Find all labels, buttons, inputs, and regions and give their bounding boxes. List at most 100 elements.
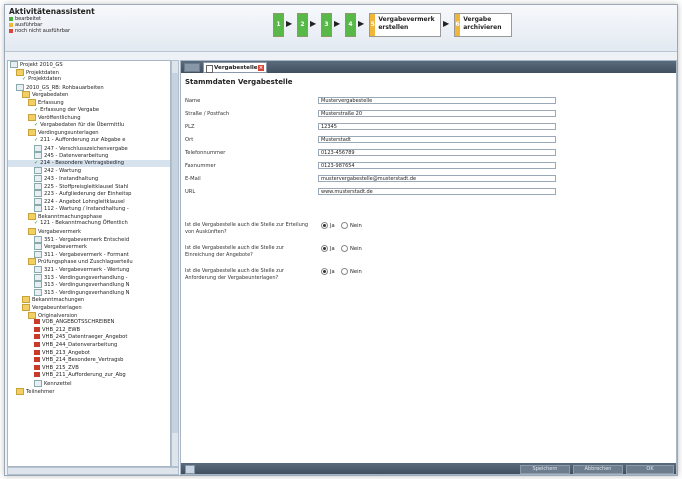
close-icon[interactable]: × bbox=[258, 65, 264, 71]
tree-item[interactable]: VHB_213_Angebot bbox=[8, 349, 170, 358]
tree-item[interactable]: 242 - Wartung bbox=[8, 167, 170, 175]
tree-item[interactable]: 112 - Wartung / Instandhaltung - bbox=[8, 205, 170, 213]
tree-item-label: Projektdaten bbox=[26, 69, 59, 76]
tree-item-label: 313 - Verdingungsverhandlung - bbox=[44, 274, 128, 281]
field-input[interactable]: 12345 bbox=[318, 123, 556, 130]
tree-item[interactable]: 313 - Verdingungsverhandlung N bbox=[8, 288, 170, 297]
scroll-thumb[interactable] bbox=[172, 73, 178, 433]
tab-nav-button[interactable] bbox=[184, 63, 200, 72]
tree-item[interactable]: Kennzettel bbox=[8, 379, 170, 388]
tab-vergabestelle[interactable]: Vergabestelle × bbox=[203, 62, 267, 73]
field-label: Faxnummer bbox=[185, 163, 216, 169]
pdf-icon bbox=[34, 319, 40, 325]
tree-item[interactable]: ✓ Projektdaten bbox=[8, 76, 170, 84]
tree-item[interactable]: 243 - Instandhaltung bbox=[8, 174, 170, 183]
doc-icon bbox=[34, 281, 42, 289]
folder-icon bbox=[22, 304, 30, 311]
tree-item[interactable]: Originalversion bbox=[8, 311, 170, 320]
pdf-icon bbox=[34, 334, 40, 340]
radio-no[interactable]: Nein bbox=[341, 245, 362, 252]
arrow-icon: ▶ bbox=[334, 19, 341, 28]
tree-item[interactable]: 311 - Vergabevermerk - Formant bbox=[8, 250, 170, 259]
radio-yes[interactable]: Ja bbox=[321, 245, 335, 252]
folder-icon bbox=[28, 129, 36, 137]
field-label: E-Mail bbox=[185, 176, 201, 182]
field-label: Telefonnummer bbox=[185, 150, 226, 156]
project-tree[interactable]: Projekt 2010_GS Projektdaten ✓ Projektdate… bbox=[7, 60, 171, 467]
field-input[interactable]: 0123-987654 bbox=[318, 162, 556, 169]
tree-item[interactable]: VHB_245_Datentraeger_Angebot bbox=[8, 334, 170, 342]
tree-item[interactable]: 223 - Aufgliederung der Einheitsp bbox=[8, 190, 170, 198]
tree-item[interactable]: Bekanntmachungen bbox=[8, 296, 170, 304]
tree-item[interactable]: Teilnehmer bbox=[8, 387, 170, 396]
doc-icon bbox=[34, 266, 42, 274]
tree-item[interactable]: Veröffentlichung bbox=[8, 114, 170, 122]
tree-item[interactable]: VHB_244_Datenverarbeitung bbox=[8, 341, 170, 350]
tree-item[interactable]: Projektdaten bbox=[8, 68, 170, 77]
step-5-vergabevermerk[interactable]: 5 Vergabevermerk erstellen bbox=[369, 13, 441, 37]
tree-item-label: 2010_GS_RB: Rohbauarbeiten bbox=[26, 84, 104, 91]
tree-item[interactable]: VHB_211_Aufforderung_zur_Abg bbox=[8, 372, 170, 380]
tree-horizontal-scrollbar[interactable] bbox=[7, 467, 179, 475]
tree-item[interactable]: 225 - Stoffpreisgleitklausel Stahl bbox=[8, 182, 170, 191]
tree-item[interactable]: Prüfungsphase und Zuschlagserteilu bbox=[8, 258, 170, 266]
tree-item-label: VHB_245_Datentraeger_Angebot bbox=[42, 334, 128, 341]
tree-item[interactable]: VHB_212_EWB bbox=[8, 326, 170, 335]
tree-item[interactable]: Vergabeunterlagen bbox=[8, 304, 170, 312]
tree-item[interactable]: 245 - Datenverarbeitung bbox=[8, 152, 170, 160]
tree-item-label: VOB_ANGEBOTSSCHREIBEN bbox=[42, 319, 115, 326]
tree-item[interactable]: 2010_GS_RB: Rohbauarbeiten bbox=[8, 83, 170, 92]
tree-item[interactable]: 351 - Vergabevermerk Entscheid bbox=[8, 235, 170, 244]
tree-item-label: Erfassung bbox=[38, 99, 64, 106]
question-label: Ist die Vergabestelle auch die Stelle zu… bbox=[185, 268, 284, 281]
tree-item-label: 243 - Instandhaltung bbox=[44, 175, 99, 182]
tree-item[interactable]: Vergabevermerk bbox=[8, 243, 170, 251]
pdf-icon bbox=[34, 364, 40, 370]
field-input[interactable]: Mustervergabestelle bbox=[318, 97, 556, 104]
field-input[interactable]: www.musterstadt.de bbox=[318, 188, 556, 195]
tree-item[interactable]: ✓ 214 - Besondere Vertragsbeding bbox=[8, 159, 170, 168]
tree-item-label: 225 - Stoffpreisgleitklausel Stahl bbox=[44, 183, 129, 190]
step-1[interactable]: 1 bbox=[273, 13, 284, 37]
step-3[interactable]: 3 bbox=[321, 13, 332, 37]
tree-vertical-scrollbar[interactable] bbox=[171, 60, 179, 467]
tree-item[interactable]: Erfassung bbox=[8, 98, 170, 107]
folder-icon bbox=[16, 68, 24, 76]
radio-no[interactable]: Nein bbox=[341, 222, 362, 229]
tree-item-label: Originalversion bbox=[38, 312, 78, 319]
tree-item[interactable]: ✓ Erfassung der Vergabe bbox=[8, 107, 170, 115]
radio-no[interactable]: Nein bbox=[341, 268, 362, 275]
save-button[interactable]: Speichern bbox=[520, 465, 570, 474]
grid-icon[interactable] bbox=[185, 465, 195, 474]
tree-item[interactable]: 313 - Verdingungsverhandlung - bbox=[8, 273, 170, 282]
tree-item-label: Projektdaten bbox=[28, 76, 62, 83]
tree-item[interactable]: 224 - Angebot Lohngleitklausel bbox=[8, 197, 170, 206]
tree-item[interactable]: Projekt 2010_GS bbox=[8, 61, 170, 69]
tree-item[interactable]: 321 - Vergabevermerk - Wertung bbox=[8, 266, 170, 274]
cancel-button[interactable]: Abbrechen bbox=[573, 465, 623, 474]
tree-item[interactable]: Vergabevermerk bbox=[8, 228, 170, 236]
tree-item[interactable]: VHB_214_Besondere_Vertragsb bbox=[8, 357, 170, 365]
tree-item[interactable]: VHB_215_ZVB bbox=[8, 364, 170, 373]
tree-item[interactable]: ✓ 211 - Aufforderung zur Abgabe e bbox=[8, 137, 170, 145]
pdf-icon bbox=[34, 372, 40, 378]
step-4[interactable]: 4 bbox=[345, 13, 356, 37]
step-6-archivieren[interactable]: 6 Vergabe archivieren bbox=[454, 13, 512, 37]
field-input[interactable]: mustervergabestelle@musterstadt.de bbox=[318, 175, 556, 182]
arrow-icon: ▶ bbox=[310, 19, 317, 28]
tree-item[interactable]: ✓ Vergabedaten für die Übermittlu bbox=[8, 122, 170, 130]
tree-item[interactable]: 313 - Verdingungsverhandlung N bbox=[8, 281, 170, 289]
ok-button[interactable]: OK bbox=[626, 465, 674, 474]
tree-item[interactable]: 247 - Verschlusszeichenvergabe bbox=[8, 144, 170, 153]
tree-item[interactable]: ✓ 121 - Bekanntmachung Öffentlich bbox=[8, 220, 170, 228]
field-input[interactable]: 0123-456789 bbox=[318, 149, 556, 156]
tree-item[interactable]: Verdingungsunterlagen bbox=[8, 129, 170, 137]
tree-item[interactable]: Vergabedaten bbox=[8, 91, 170, 99]
field-input[interactable]: Musterstadt bbox=[318, 136, 556, 143]
tree-item[interactable]: VOB_ANGEBOTSSCHREIBEN bbox=[8, 319, 170, 327]
radio-yes[interactable]: Ja bbox=[321, 222, 335, 229]
radio-yes[interactable]: Ja bbox=[321, 268, 335, 275]
step-2[interactable]: 2 bbox=[297, 13, 308, 37]
doc-icon bbox=[34, 144, 42, 152]
field-input[interactable]: Musterstraße 20 bbox=[318, 110, 556, 117]
